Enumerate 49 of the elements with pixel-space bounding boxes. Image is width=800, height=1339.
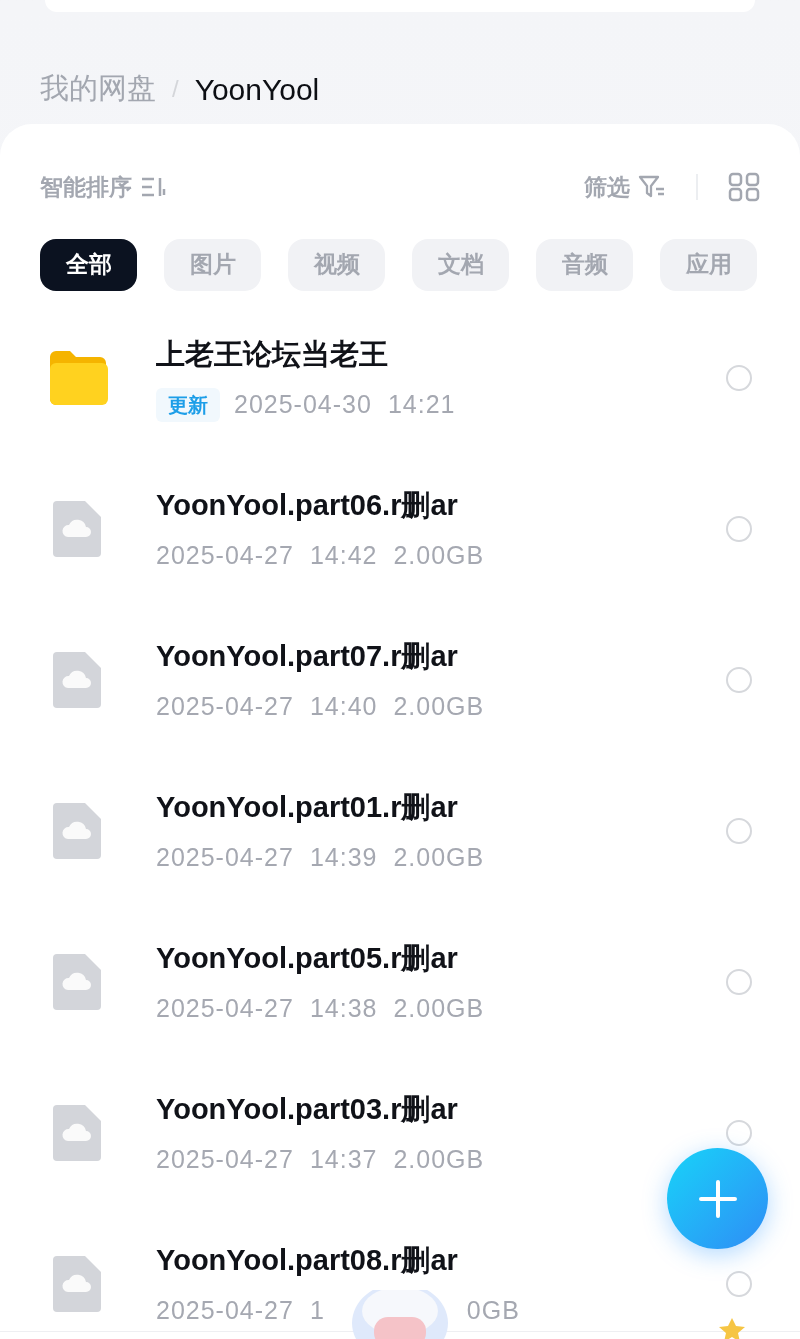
file-name[interactable]: YoonYool.part06.r删ar: [156, 483, 726, 527]
modified-date: 2025-04-27: [156, 993, 294, 1024]
file-size: 2.00GB: [393, 540, 485, 571]
select-radio[interactable]: [726, 1271, 752, 1297]
modified-date: 2025-04-27: [156, 540, 294, 571]
cloud-file-icon: [53, 803, 101, 859]
select-radio[interactable]: [726, 667, 752, 693]
filter-icon: [638, 175, 666, 200]
plus-icon: [698, 1179, 737, 1218]
file-name[interactable]: YoonYool.part05.r删ar: [156, 936, 726, 980]
file-size: 2.00GB: [393, 1144, 485, 1175]
modified-date: 2025-04-27: [156, 1295, 294, 1326]
cloud-file-icon: [53, 954, 101, 1010]
breadcrumb-item: YoonYool: [194, 71, 320, 108]
file-name[interactable]: YoonYool.part03.r删ar: [156, 1087, 726, 1131]
select-radio[interactable]: [726, 969, 752, 995]
file-size: 2.00GB: [393, 993, 485, 1024]
file-size: 2.00GB: [393, 691, 485, 722]
select-radio[interactable]: [726, 1120, 752, 1146]
modified-date: 2025-04-30: [234, 389, 372, 420]
category-chip[interactable]: 全部: [40, 238, 137, 291]
modified-time: 14:42: [309, 540, 378, 571]
mascot-drawing[interactable]: [352, 1290, 448, 1339]
file-size: 0GB: [466, 1295, 520, 1326]
cloud-file-icon: [53, 1256, 101, 1312]
cloud-file-icon: [53, 1105, 101, 1161]
file-name[interactable]: YoonYool.part01.r删ar: [156, 785, 726, 829]
modified-time: 14:37: [309, 1144, 378, 1175]
file-name[interactable]: YoonYool.part08.r删ar: [156, 1238, 726, 1282]
select-radio[interactable]: [726, 516, 752, 542]
select-radio[interactable]: [726, 365, 752, 391]
select-radio[interactable]: [726, 818, 752, 844]
modified-date: 2025-04-27: [156, 1144, 294, 1175]
modified-date: 2025-04-27: [156, 842, 294, 873]
modified-time: 14:39: [309, 842, 378, 873]
update-badge: 更新: [156, 387, 220, 422]
star-icon: [718, 1318, 746, 1339]
modified-time: 14:21: [387, 389, 456, 420]
modified-time: 14:38: [309, 993, 378, 1024]
file-name[interactable]: 上老王论坛当老王: [156, 332, 726, 376]
modified-time: 1: [309, 1295, 325, 1326]
breadcrumb-separator: /: [172, 74, 179, 104]
cloud-file-icon: [53, 501, 101, 557]
file-name[interactable]: YoonYool.part07.r删ar: [156, 634, 726, 678]
grid-view-icon[interactable]: [728, 172, 760, 203]
modified-date: 2025-04-27: [156, 691, 294, 722]
cloud-file-icon: [53, 652, 101, 708]
modified-time: 14:40: [309, 691, 378, 722]
file-size: 2.00GB: [393, 842, 485, 873]
